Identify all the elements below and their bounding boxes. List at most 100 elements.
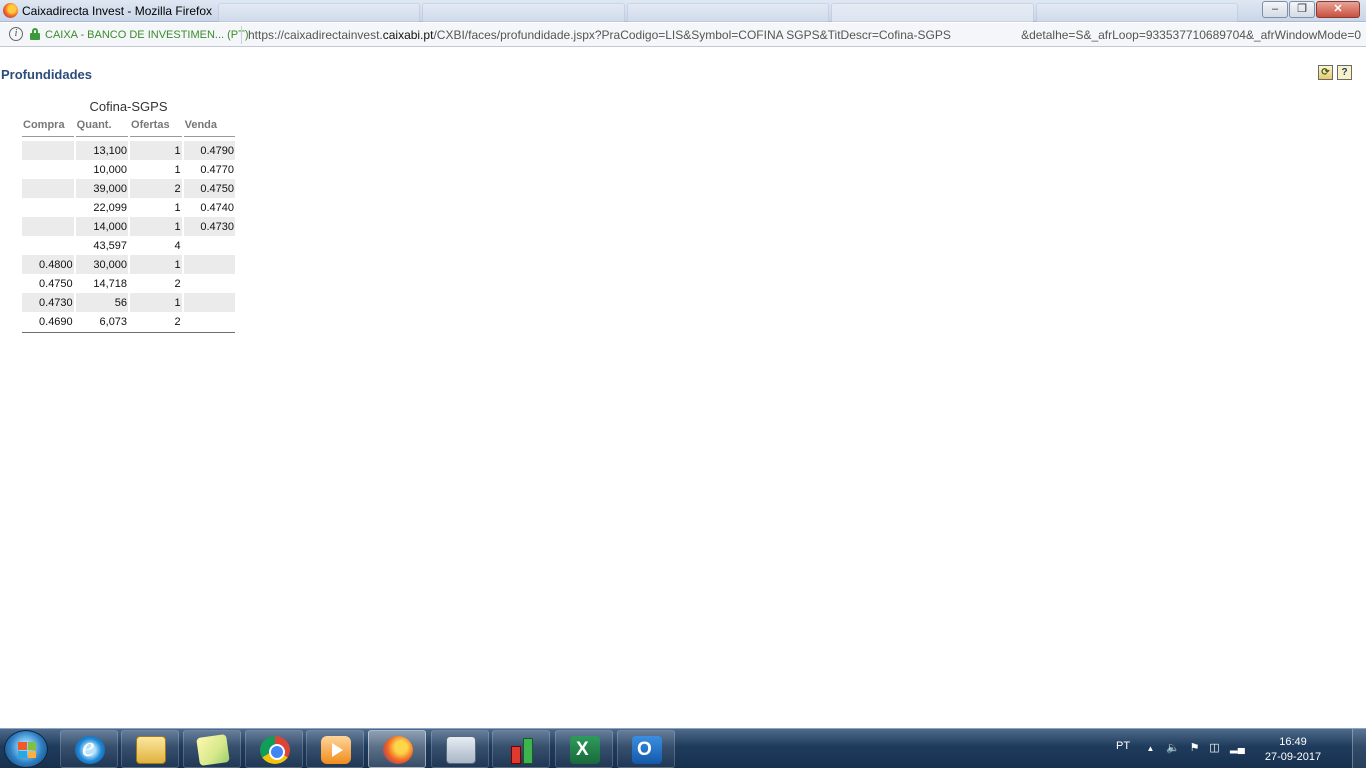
taskbar-firefox[interactable]	[368, 730, 426, 768]
url-text[interactable]: https://caixadirectainvest.caixabi.pt/CX…	[248, 28, 951, 42]
depth-row: 0.4750 14,718 2	[22, 274, 235, 293]
depth-cell-venda	[184, 236, 235, 255]
info-icon[interactable]: i	[9, 27, 23, 41]
background-tab[interactable]	[1035, 3, 1239, 22]
start-button[interactable]	[4, 730, 48, 768]
site-identity[interactable]: CAIXA - BANCO DE INVESTIMEN... (PT)	[45, 29, 249, 41]
depth-cell-venda	[184, 312, 235, 331]
url-tail[interactable]: &detalhe=S&_afrLoop=933537710689704&_afr…	[1021, 28, 1361, 42]
help-icon[interactable]: ?	[1337, 65, 1352, 80]
depth-cell-quant: 43,597	[93, 239, 128, 252]
firefox-icon	[383, 736, 413, 764]
background-tab[interactable]	[218, 3, 421, 22]
market-depth-panel: Cofina-SGPS Compra Quant. Ofertas Venda …	[22, 99, 235, 333]
depth-cell-compra	[22, 236, 74, 255]
depth-cell-ofertas: 1	[130, 255, 182, 274]
depth-cell-ofertas: 1	[130, 141, 182, 160]
system-tray: PT ▲ 🔈 ⚑ ◫ ▂▄ 16:49 27-09-2017	[1110, 729, 1366, 769]
depth-row: 0.4690 6,073 2	[22, 312, 235, 331]
taskbar-internet-explorer[interactable]	[60, 730, 118, 768]
show-hidden-icons-arrow[interactable]: ▲	[1144, 742, 1157, 755]
depth-cell-ofertas: 1	[174, 201, 181, 214]
depth-row: 39,000 2 0.4750	[22, 179, 235, 198]
header-compra: Compra	[22, 116, 74, 137]
page-tools: ⟳ ?	[1318, 65, 1352, 80]
background-tab[interactable]	[422, 3, 625, 22]
header-ofertas: Ofertas	[130, 116, 182, 137]
window-title: Caixadirecta Invest - Mozilla Firefox	[22, 4, 213, 18]
signal-strength-icon[interactable]: ▂▄	[1230, 742, 1245, 755]
address-bar[interactable]: i CAIXA - BANCO DE INVESTIMEN... (PT) ht…	[0, 23, 1366, 47]
taskbar-media-player[interactable]	[306, 730, 364, 768]
header-quant: Quant.	[75, 116, 129, 137]
action-center-flag-icon[interactable]: ⚑	[1188, 742, 1201, 755]
depth-cell-compra: 0.4690	[39, 315, 73, 328]
close-button[interactable]: ✕	[1316, 1, 1360, 18]
depth-cell-venda: 0.4770	[200, 163, 234, 176]
depth-cell-quant: 22,099	[93, 201, 128, 214]
background-tabs	[218, 3, 1239, 22]
url-path: /CXBI/faces/profundidade.jspx?PraCodigo=…	[433, 28, 951, 42]
depth-table: Compra Quant. Ofertas Venda 13,100 1 0.479…	[20, 116, 237, 331]
taskbar-calculator[interactable]	[431, 730, 489, 768]
media-player-icon	[321, 736, 351, 764]
depth-cell-compra: 0.4730	[22, 293, 74, 312]
depth-cell-venda: 0.4790	[183, 141, 235, 160]
minimize-button[interactable]: –	[1262, 1, 1288, 18]
taskbar-sticky-notes[interactable]	[183, 730, 241, 768]
depth-cell-quant: 30,000	[75, 255, 129, 274]
depth-cell-compra: 0.4750	[39, 277, 73, 290]
taskbar-chrome[interactable]	[245, 730, 303, 768]
depth-cell-ofertas: 2	[174, 315, 181, 328]
clock-time: 16:49	[1279, 736, 1307, 748]
taskbar-excel[interactable]	[555, 730, 613, 768]
taskbar-trading-chart[interactable]	[492, 730, 550, 768]
depth-bottom-rule	[22, 332, 235, 333]
url-prefix: https://caixadirectainvest.	[248, 28, 383, 42]
depth-cell-quant: 56	[75, 293, 129, 312]
depth-row: 14,000 1 0.4730	[22, 217, 235, 236]
volume-muted-icon[interactable]: 🔈	[1166, 742, 1180, 755]
depth-cell-quant: 39,000	[75, 179, 129, 198]
clock[interactable]: 16:49 27-09-2017	[1258, 735, 1328, 765]
maximize-button[interactable]: ❐	[1289, 1, 1315, 18]
depth-cell-compra: 0.4800	[22, 255, 74, 274]
depth-row: 13,100 1 0.4790	[22, 141, 235, 160]
depth-row: 22,099 1 0.4740	[22, 198, 235, 217]
excel-icon	[570, 736, 600, 764]
window-titlebar: Caixadirecta Invest - Mozilla Firefox – …	[0, 0, 1366, 22]
windows-logo-icon	[18, 742, 36, 758]
depth-cell-quant: 10,000	[93, 163, 128, 176]
depth-caption: Cofina-SGPS	[89, 99, 168, 114]
depth-cell-ofertas: 1	[174, 163, 181, 176]
page-title: Profundidades	[1, 67, 93, 82]
language-indicator[interactable]: PT	[1116, 740, 1130, 752]
lock-icon[interactable]	[30, 28, 40, 40]
taskbar-file-explorer[interactable]	[121, 730, 179, 768]
background-tab[interactable]	[626, 3, 830, 22]
network-drive-icon[interactable]: ◫	[1208, 742, 1221, 755]
depth-row: 10,000 1 0.4770	[22, 160, 235, 179]
depth-body: 13,100 1 0.4790 10,000 1 0.4770 39,000 2 0.4750 2…	[22, 137, 235, 331]
depth-cell-venda: 0.4750	[183, 179, 235, 198]
depth-row: 0.4730 56 1	[22, 293, 235, 312]
depth-cell-venda	[184, 274, 235, 293]
show-desktop-button[interactable]	[1352, 729, 1366, 769]
window-controls: – ❐ ✕	[1262, 1, 1360, 18]
depth-cell-ofertas: 1	[130, 217, 182, 236]
taskbar: PT ▲ 🔈 ⚑ ◫ ▂▄ 16:49 27-09-2017	[0, 728, 1366, 769]
background-tab[interactable]	[831, 3, 1034, 22]
depth-cell-ofertas: 2	[130, 179, 182, 198]
calculator-icon	[446, 736, 476, 764]
depth-cell-venda	[183, 255, 235, 274]
depth-cell-ofertas: 4	[174, 239, 181, 252]
taskbar-outlook[interactable]	[617, 730, 675, 768]
refresh-icon[interactable]: ⟳	[1318, 65, 1333, 80]
internet-explorer-icon	[75, 732, 105, 764]
candlestick-chart-icon	[507, 736, 537, 764]
depth-row: 43,597 4	[22, 236, 235, 255]
url-domain: caixabi.pt	[382, 28, 434, 42]
depth-header-row: Compra Quant. Ofertas Venda	[22, 116, 235, 137]
depth-cell-compra	[22, 160, 74, 179]
depth-cell-compra	[22, 179, 74, 198]
